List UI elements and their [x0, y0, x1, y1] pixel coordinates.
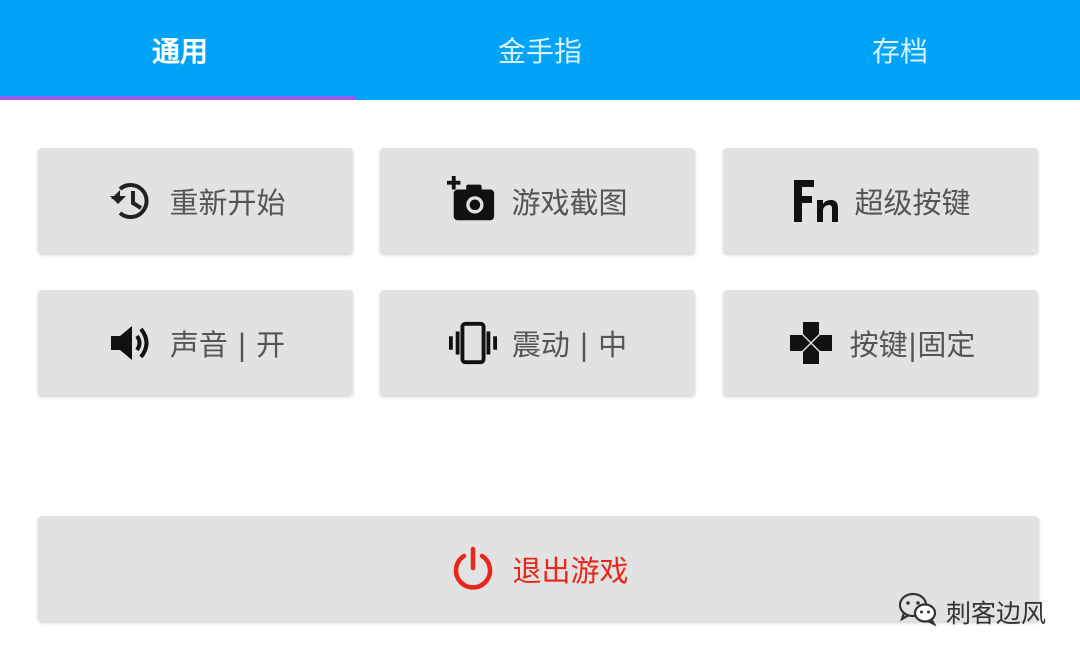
exit-game-button[interactable]: 退出游戏: [38, 516, 1039, 621]
key-fixed-button[interactable]: 按键|固定: [723, 290, 1038, 395]
tab-general[interactable]: 通用: [0, 0, 360, 100]
watermark-text: 刺客边风: [945, 599, 1046, 628]
super-key-label: 超级按键: [854, 185, 971, 220]
tab-cheats[interactable]: 金手指: [360, 0, 720, 100]
watermark: 刺客边风: [898, 592, 1046, 632]
power-icon: [448, 544, 498, 594]
restart-label: 重新开始: [169, 185, 286, 220]
fn-icon: [790, 176, 840, 226]
vibration-label: 震动 | 中: [511, 327, 628, 362]
vibration-button[interactable]: 震动 | 中: [380, 290, 695, 395]
vibration-icon: [448, 318, 498, 368]
super-key-button[interactable]: 超级按键: [723, 148, 1038, 253]
screenshot-button[interactable]: 游戏截图: [380, 148, 695, 253]
tab-save[interactable]: 存档: [720, 0, 1080, 100]
exit-game-label: 退出游戏: [512, 553, 629, 588]
add-camera-icon: [447, 175, 497, 226]
speaker-icon: [106, 318, 156, 368]
history-icon: [105, 176, 155, 226]
screenshot-label: 游戏截图: [511, 185, 628, 220]
wechat-icon: [898, 592, 938, 632]
tab-indicator: [0, 96, 356, 100]
sound-label: 声音 | 开: [169, 327, 286, 362]
restart-button[interactable]: 重新开始: [38, 148, 353, 253]
dpad-icon: [786, 318, 836, 368]
tab-bar: 通用 金手指 存档: [0, 0, 1080, 100]
sound-button[interactable]: 声音 | 开: [38, 290, 353, 395]
key-fixed-label: 按键|固定: [849, 327, 976, 362]
